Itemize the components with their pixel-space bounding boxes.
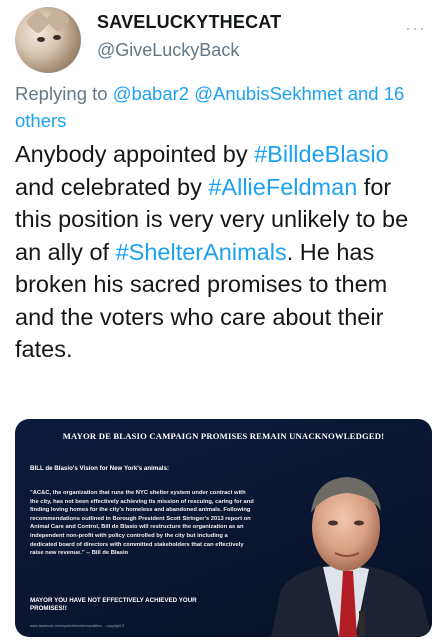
image-quote: "AC&C, the organization that runs the NY… (30, 490, 254, 557)
tweet-text: Anybody appointed by #BilldeBlasio and c… (15, 138, 430, 366)
display-name[interactable]: SAVELUCKYTHECAT (97, 12, 281, 33)
image-headline: MAYOR DE BLASIO CAMPAIGN PROMISES REMAIN… (62, 431, 385, 441)
mention-link[interactable]: @babar2 (113, 83, 189, 104)
microphone (359, 611, 365, 637)
portrait-photo (271, 477, 432, 637)
attached-image[interactable]: MAYOR DE BLASIO CAMPAIGN PROMISES REMAIN… (15, 419, 432, 637)
tweet-text-segment: Anybody appointed by (15, 141, 255, 167)
image-closing-line: MAYOR YOU HAVE NOT EFFECTIVELY ACHIEVED … (30, 597, 197, 612)
reply-context: Replying to @babar2 @AnubisSekhmet and 1… (15, 80, 427, 134)
tweet-text-segment: and celebrated by (15, 173, 209, 200)
more-options-icon[interactable]: ··· (405, 18, 426, 39)
image-subheading: BILL de Blasio's Vision for New York's a… (30, 465, 169, 472)
cat-ear-right (45, 7, 71, 33)
image-footer: www.facebook.com/nycshelterreformcoaliti… (30, 624, 125, 628)
user-handle[interactable]: @GiveLuckyBack (97, 40, 239, 61)
mention-link[interactable]: @AnubisSekhmet (194, 83, 342, 104)
portrait-eye (328, 520, 338, 526)
tweet: SAVELUCKYTHECAT @GiveLuckyBack ··· Reply… (0, 0, 442, 640)
avatar[interactable] (15, 7, 81, 73)
hashtag-link[interactable]: #ShelterAnimals (116, 239, 287, 265)
cat-eye-left (37, 37, 45, 42)
hashtag-link[interactable]: #AllieFeldman (208, 174, 357, 200)
portrait-eye (354, 520, 364, 526)
cat-eye-right (53, 35, 61, 40)
reply-prefix: Replying to (15, 83, 113, 104)
hashtag-link[interactable]: #BilldeBlasio (254, 141, 389, 167)
